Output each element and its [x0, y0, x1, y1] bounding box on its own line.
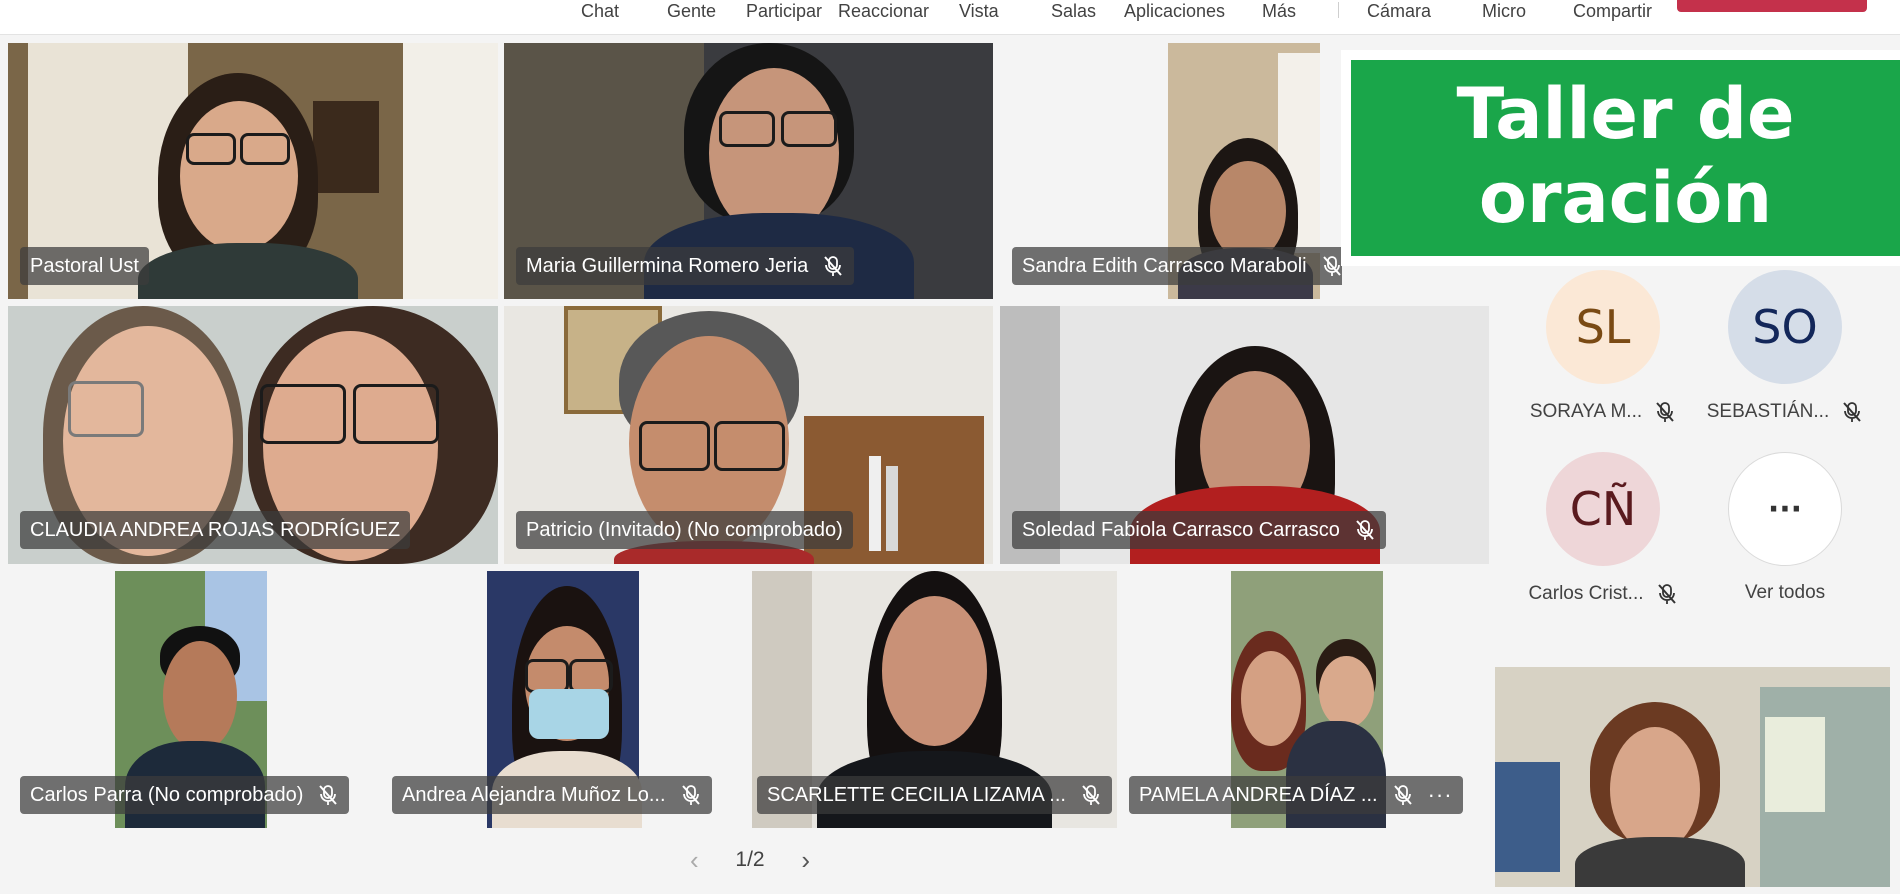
mic-button[interactable]: Micro [1482, 0, 1526, 24]
mic-off-icon [1393, 785, 1412, 805]
avatar: SO [1728, 270, 1842, 384]
participant-name: Sandra Edith Carrasco Maraboli [1012, 247, 1342, 285]
participant-tile[interactable]: Maria Guillermina Romero Jeria [504, 43, 993, 299]
self-view-video [1495, 667, 1890, 887]
participant-tile[interactable]: Carlos Parra (No comprobado) [8, 571, 368, 828]
avatar-name-text: Carlos Crist... [1528, 583, 1644, 604]
page-indicator: 1/2 [735, 848, 765, 871]
camera-button[interactable]: Cámara [1367, 0, 1431, 24]
participant-name: Andrea Alejandra Muñoz Lo... [392, 776, 712, 814]
banner-line-2: oración [1478, 157, 1773, 239]
participant-name-text: Soledad Fabiola Carrasco Carrasco [1022, 519, 1340, 541]
participant-tile[interactable]: Pastoral Ust [8, 43, 498, 299]
chevron-right-icon[interactable]: › [801, 845, 810, 876]
avatar-name-text: SEBASTIÁN... [1706, 401, 1830, 422]
participant-name-text: CLAUDIA ANDREA ROJAS RODRÍGUEZ [30, 519, 401, 541]
avatar-label: SEBASTIÁN... [1700, 400, 1870, 424]
participant-name: CLAUDIA ANDREA ROJAS RODRÍGUEZ [20, 511, 411, 549]
more-options-icon: ··· [1728, 452, 1842, 566]
participant-name: Patricio (Invitado) (No comprobado) [516, 511, 853, 549]
avatar: CÑ [1546, 452, 1660, 566]
participant-name-text: Sandra Edith Carrasco Maraboli [1022, 255, 1307, 277]
mic-off-icon [1657, 584, 1676, 604]
react-button[interactable]: Reaccionar [838, 0, 929, 24]
participant-name: Maria Guillermina Romero Jeria [516, 247, 855, 285]
participant-name-text: PAMELA ANDREA DÍAZ ... [1139, 784, 1378, 806]
participate-button[interactable]: Participar [746, 0, 822, 24]
avatar-label: Ver todos [1700, 582, 1870, 604]
share-button[interactable]: Compartir [1573, 0, 1652, 24]
participant-name-text: Maria Guillermina Romero Jeria [526, 255, 809, 277]
participant-name: Soledad Fabiola Carrasco Carrasco [1012, 511, 1386, 549]
mic-off-icon [681, 785, 700, 805]
participant-tile[interactable]: Patricio (Invitado) (No comprobado) [504, 306, 993, 564]
meeting-toolbar: Chat Gente Participar Reaccionar Vista S… [0, 0, 1900, 35]
mic-off-icon [1082, 785, 1100, 805]
chevron-left-icon[interactable]: ‹ [690, 845, 699, 876]
participant-name: PAMELA ANDREA DÍAZ ... ··· [1129, 776, 1463, 814]
participant-tile[interactable]: Andrea Alejandra Muñoz Lo... [380, 571, 740, 828]
participant-tile[interactable]: Soledad Fabiola Carrasco Carrasco [1000, 306, 1489, 564]
avatar: SL [1546, 270, 1660, 384]
mic-off-icon [1843, 402, 1861, 422]
see-all-button[interactable]: ··· Ver todos [1700, 452, 1870, 604]
more-options-icon[interactable]: ··· [1428, 776, 1453, 814]
avatar-label: Carlos Crist... [1518, 582, 1688, 606]
avatar-name-text: SORAYA M... [1529, 401, 1643, 422]
see-all-label: Ver todos [1744, 582, 1826, 603]
participant-avatar-cell[interactable]: CÑ Carlos Crist... [1518, 452, 1688, 606]
self-view-tile[interactable] [1495, 667, 1890, 887]
people-button[interactable]: Gente [667, 0, 716, 24]
mic-off-icon [1356, 520, 1374, 540]
more-button[interactable]: Más [1262, 0, 1296, 24]
participant-tile[interactable]: PAMELA ANDREA DÍAZ ... ··· [1129, 571, 1489, 828]
participant-name-text: SCARLETTE CECILIA LIZAMA ... [767, 784, 1066, 806]
participant-name-text: Andrea Alejandra Muñoz Lo... [402, 784, 666, 806]
view-button[interactable]: Vista [959, 0, 999, 24]
participant-name: Carlos Parra (No comprobado) [20, 776, 350, 814]
participant-tile[interactable]: Sandra Edith Carrasco Maraboli [1000, 43, 1342, 299]
avatar-label: SORAYA M... [1518, 400, 1688, 424]
participant-name-text: Carlos Parra (No comprobado) [30, 784, 304, 806]
mic-off-icon [319, 785, 338, 805]
mic-off-icon [1322, 256, 1341, 276]
mic-off-icon [824, 256, 843, 276]
participant-name: SCARLETTE CECILIA LIZAMA ... [757, 776, 1112, 814]
leave-button[interactable] [1677, 0, 1867, 12]
apps-button[interactable]: Aplicaciones [1124, 0, 1225, 24]
rooms-button[interactable]: Salas [1051, 0, 1096, 24]
participant-name: Pastoral Ust [20, 247, 149, 285]
workshop-banner: Taller de oración [1351, 60, 1900, 256]
participant-avatar-cell[interactable]: SL SORAYA M... [1518, 270, 1688, 424]
participant-name-text: Pastoral Ust [30, 255, 139, 277]
gallery-pager: ‹ 1/2 › [690, 842, 810, 878]
participant-tile[interactable]: SCARLETTE CECILIA LIZAMA ... [752, 571, 1117, 828]
participant-avatar-cell[interactable]: SO SEBASTIÁN... [1700, 270, 1870, 424]
participant-tile[interactable]: CLAUDIA ANDREA ROJAS RODRÍGUEZ [8, 306, 498, 564]
banner-line-1: Taller de [1456, 73, 1795, 155]
toolbar-divider [1338, 2, 1339, 18]
participant-name-text: Patricio (Invitado) (No comprobado) [526, 519, 843, 541]
mic-off-icon [1656, 402, 1674, 422]
chat-button[interactable]: Chat [581, 0, 619, 24]
